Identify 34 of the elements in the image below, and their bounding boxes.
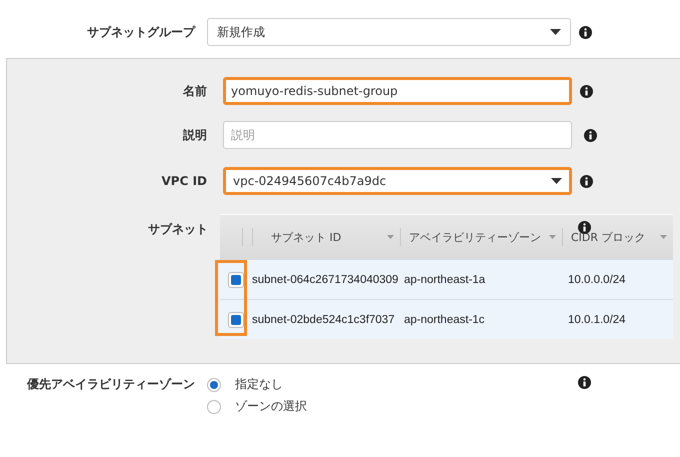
checkbox[interactable] (228, 272, 244, 288)
table-cell-text: ap-northeast-1c (403, 314, 486, 326)
name-field[interactable]: yomuyo-redis-subnet-group (223, 77, 572, 105)
table-cell-text: ap-northeast-1a (403, 274, 486, 286)
radio-button[interactable] (207, 378, 221, 392)
column-header[interactable]: サブネット ID (252, 228, 400, 246)
info-icon[interactable] (584, 128, 597, 142)
radio-button[interactable] (207, 400, 221, 414)
info-icon[interactable] (579, 26, 592, 38)
radio-label[interactable]: ゾーンの選択 (235, 398, 307, 415)
caret-icon (551, 178, 562, 184)
table-cell-text: subnet-064c2671734040309 (252, 274, 400, 286)
column-header[interactable]: アベイラビリティーゾーン (400, 228, 562, 246)
info-icon[interactable] (580, 84, 593, 98)
field-label: サブネットグループ (86, 24, 195, 40)
info-icon[interactable] (580, 174, 593, 188)
field-label: 名前 (182, 82, 207, 100)
info-icon[interactable] (578, 221, 591, 234)
table-row[interactable]: subnet-02bde524c1c3f7037 ap-northeast-1c 10.0.1.0/24 (220, 299, 673, 339)
field-label: 説明 (182, 126, 207, 144)
table-cell-text: 10.0.0.0/24 (567, 274, 627, 286)
caret-icon (550, 29, 561, 35)
table-row[interactable]: subnet-064c2671734040309 ap-northeast-1a 10.0.0.0/24 (220, 259, 673, 299)
radio-label[interactable]: 指定なし (235, 376, 283, 393)
info-icon[interactable] (578, 376, 591, 389)
table-cell-text: subnet-02bde524c1c3f7037 (252, 314, 396, 326)
field-label: 優先アベイラビリティーゾーン (26, 376, 195, 393)
field-label: サブネット (147, 221, 208, 238)
vpc-select[interactable]: vpc-024945607c4b7a9dc (223, 167, 572, 195)
description-field[interactable]: 説明 (223, 121, 572, 149)
field-label: VPC ID (160, 174, 207, 188)
table-cell-text: 10.0.1.0/24 (567, 314, 627, 326)
checkbox[interactable] (228, 312, 244, 328)
subnet-group-select[interactable]: 新規作成 (207, 18, 571, 46)
